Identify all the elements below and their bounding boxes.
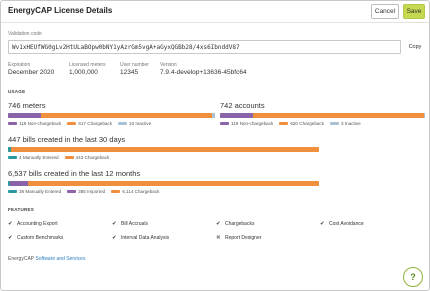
legend-label: 119 Non-chargeback bbox=[19, 121, 62, 126]
feature-item: ✔ Accounting Export bbox=[8, 221, 58, 227]
meters-bar-segment bbox=[41, 113, 213, 118]
bills30-legend-item: 443 Chargeback bbox=[64, 155, 110, 160]
footer-prefix: EnergyCAP bbox=[8, 256, 36, 262]
legend-swatch bbox=[111, 189, 121, 193]
license-details-dialog: EnergyCAP License Details Cancel Save Va… bbox=[0, 0, 430, 291]
bills30-legend-item: 4 Manually Entered bbox=[8, 155, 59, 160]
legend-label: 119 Non-chargeback bbox=[231, 121, 274, 126]
bills-12-months-title: 6,537 bills created in the last 12 month… bbox=[8, 169, 141, 178]
accounts-legend-item: 119 Non-chargeback bbox=[220, 121, 273, 126]
accounts-legend-item: 3 Inactive bbox=[330, 121, 361, 126]
feature-item: ✔ Custom Benchmarks bbox=[8, 235, 63, 241]
bills-30-days-bar bbox=[8, 147, 319, 152]
legend-swatch bbox=[67, 189, 77, 193]
legend-label: 10 Inactive bbox=[129, 121, 152, 126]
validation-code-value: Wv1xHEUfWG0gLv2HtULaBOpw0bNY1yAzrGm5vgA+… bbox=[12, 44, 240, 51]
legend-swatch bbox=[279, 121, 289, 125]
legend-swatch bbox=[8, 189, 17, 193]
legend-swatch bbox=[8, 155, 17, 159]
footer-text: EnergyCAP Software and Services bbox=[8, 256, 85, 262]
meters-legend-item: 10 Inactive bbox=[118, 121, 151, 126]
legend-swatch bbox=[330, 121, 340, 125]
legend-label: 3 Inactive bbox=[341, 121, 361, 126]
feature-item: ✔ Interval Data Analysis bbox=[112, 235, 169, 241]
feature-item: ✔ Chargebacks bbox=[216, 221, 254, 227]
validation-code-label: Validation code bbox=[8, 31, 42, 37]
accounts-bar-segment bbox=[424, 113, 425, 118]
licensed-meters-value: 1,000,000 bbox=[69, 69, 98, 76]
x-icon: ✖ bbox=[216, 235, 221, 241]
meters-bar-segment bbox=[212, 113, 215, 118]
feature-item: ✖ Report Designer bbox=[216, 235, 261, 241]
feature-label: Accounting Export bbox=[17, 221, 58, 227]
legend-swatch bbox=[220, 121, 229, 125]
expiration-value: December 2020 bbox=[8, 69, 55, 76]
check-icon: ✔ bbox=[8, 235, 13, 241]
feature-label: Chargebacks bbox=[225, 221, 255, 227]
check-icon: ✔ bbox=[112, 235, 117, 241]
meters-legend-item: 617 Chargeback bbox=[67, 121, 112, 126]
meters-legend-item: 119 Non-chargeback bbox=[8, 121, 61, 126]
accounts-legend: 119 Non-chargeback 620 Chargeback 3 Inacti… bbox=[220, 121, 367, 126]
bills-12-months-legend: 38 Manually Entered 385 Imported 6,114 Cha… bbox=[8, 189, 165, 194]
accounts-bar-segment bbox=[252, 113, 425, 118]
bills30-bar-segment bbox=[10, 147, 319, 152]
feature-label: Custom Benchmarks bbox=[17, 235, 64, 241]
licensed-meters-label: Licensed meters bbox=[69, 62, 106, 68]
bills-30-days-legend: 4 Manually Entered 443 Chargeback bbox=[8, 155, 115, 160]
meters-usage-bar bbox=[8, 113, 215, 118]
feature-label: Cost Avoidance bbox=[329, 221, 364, 227]
user-number-label: User number bbox=[120, 62, 149, 68]
bills12-legend-item: 38 Manually Entered bbox=[8, 189, 61, 194]
bills12-legend-item: 385 Imported bbox=[67, 189, 105, 194]
legend-label: 38 Manually Entered bbox=[19, 189, 62, 194]
bills12-legend-item: 6,114 Chargeback bbox=[111, 189, 159, 194]
feature-item: ✔ Bill Accruals bbox=[112, 221, 148, 227]
legend-swatch bbox=[118, 121, 128, 125]
software-and-services-link[interactable]: Software and Services bbox=[35, 256, 85, 262]
legend-swatch bbox=[8, 121, 17, 125]
version-value: 7.9.4-develop+13636-45bfc64 bbox=[160, 69, 247, 76]
bills-30-days-title: 447 bills created in the last 30 days bbox=[8, 135, 126, 144]
legend-label: 6,114 Chargeback bbox=[122, 189, 160, 194]
bills12-bar-segment bbox=[9, 181, 29, 186]
feature-item: ✔ Cost Avoidance bbox=[320, 221, 364, 227]
meters-legend: 119 Non-chargeback 617 Chargeback 10 Inact… bbox=[8, 121, 157, 126]
accounts-bar-segment bbox=[220, 113, 253, 118]
legend-label: 4 Manually Entered bbox=[19, 155, 59, 160]
usage-section-title: USAGE bbox=[8, 89, 26, 94]
legend-label: 617 Chargeback bbox=[78, 121, 113, 126]
meters-bar-segment bbox=[8, 113, 42, 118]
dialog-title: EnergyCAP License Details bbox=[8, 6, 113, 15]
legend-swatch bbox=[64, 155, 74, 159]
check-icon: ✔ bbox=[320, 221, 325, 227]
validation-code-field[interactable]: Wv1xHEUfWG0gLv2HtULaBOpw0bNY1yAzrGm5vgA+… bbox=[8, 40, 401, 54]
user-number-value: 12345 bbox=[120, 69, 139, 76]
accounts-usage-bar bbox=[220, 113, 425, 118]
feature-label: Report Designer bbox=[225, 235, 262, 241]
cancel-button[interactable]: Cancel bbox=[371, 4, 399, 19]
version-label: Version bbox=[160, 62, 177, 68]
legend-swatch bbox=[67, 121, 77, 125]
meters-title: 746 meters bbox=[8, 101, 46, 110]
copy-button[interactable]: Copy bbox=[404, 40, 426, 54]
help-button[interactable]: ? bbox=[403, 267, 423, 287]
legend-label: 443 Chargeback bbox=[75, 155, 110, 160]
check-icon: ✔ bbox=[216, 221, 221, 227]
accounts-legend-item: 620 Chargeback bbox=[279, 121, 324, 126]
bills12-bar-segment bbox=[28, 181, 319, 186]
features-section-title: FEATURES bbox=[8, 207, 35, 212]
legend-label: 385 Imported bbox=[78, 189, 106, 194]
dialog-header: EnergyCAP License Details Cancel Save bbox=[1, 1, 429, 23]
bills-12-months-bar bbox=[8, 181, 319, 186]
check-icon: ✔ bbox=[8, 221, 13, 227]
feature-label: Interval Data Analysis bbox=[121, 235, 170, 241]
legend-label: 620 Chargeback bbox=[290, 121, 325, 126]
feature-label: Bill Accruals bbox=[121, 221, 148, 227]
expiration-label: Expiration bbox=[8, 62, 31, 68]
save-button[interactable]: Save bbox=[403, 4, 425, 19]
accounts-title: 742 accounts bbox=[220, 101, 265, 110]
check-icon: ✔ bbox=[112, 221, 117, 227]
